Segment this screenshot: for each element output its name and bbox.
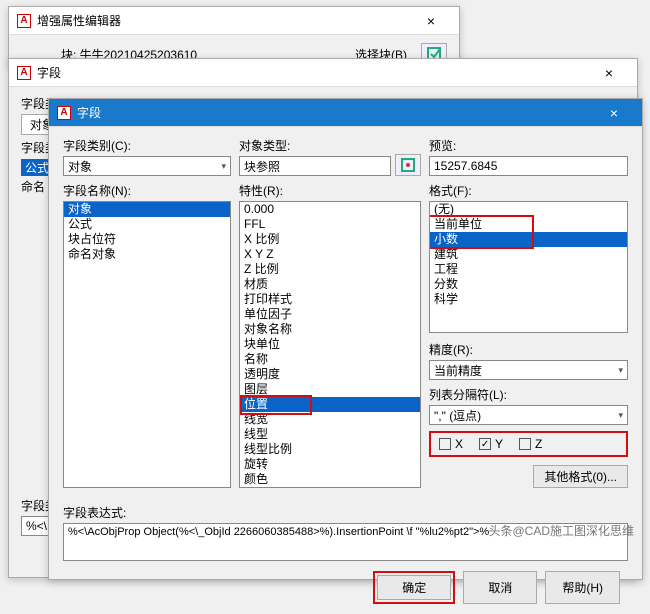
list-item[interactable]: 0.000 [240,202,420,217]
list-item[interactable]: 旋转 [240,457,420,472]
props-label: 特性(R): [239,182,421,199]
list-item[interactable]: 小数 [430,232,627,247]
preview-value: 15257.6845 [429,156,628,176]
expr-label: 字段表达式: [63,504,628,521]
list-item[interactable]: 单位因子 [240,307,420,322]
list-item[interactable]: 对象 [64,202,230,217]
names-listbox[interactable]: 对象公式块占位符命名对象 [63,201,231,488]
list-item[interactable]: 打印样式 [240,292,420,307]
list-item[interactable]: 当前单位 [430,217,627,232]
title: 字段 [77,104,594,121]
app-icon: A [57,106,71,120]
titlebar: A 字段 × [9,59,637,87]
list-item[interactable]: 建筑 [430,247,627,262]
checkbox-x[interactable]: X [439,437,463,451]
list-item[interactable]: 名称 [240,352,420,367]
checkbox-y[interactable]: ✓Y [479,437,503,451]
list-item[interactable]: 工程 [430,262,627,277]
list-item[interactable]: 线型比例 [240,442,420,457]
list-item[interactable]: 透明度 [240,367,420,382]
close-icon[interactable]: × [411,13,451,29]
chevron-down-icon: ▾ [618,410,623,421]
list-item[interactable]: Z 比例 [240,262,420,277]
list-item[interactable]: 命名对象 [64,247,230,262]
app-icon: A [17,66,31,80]
list-item[interactable]: 线宽 [240,412,420,427]
close-icon[interactable]: × [594,105,634,121]
checkbox-z[interactable]: Z [519,437,542,451]
titlebar: A 字段 × [49,99,642,127]
precision-label: 精度(R): [429,341,628,358]
expr-value: %<\AcObjProp Object(%<\_ObjId 2266060385… [63,523,628,561]
attr-editor-window: A 增强属性编辑器 × 块: 牛牛20210425203610 选择块(B) [8,6,460,66]
list-item[interactable]: 公式 [64,217,230,232]
list-item[interactable]: 位置 [240,397,420,412]
listsep-label: 列表分隔符(L): [429,386,628,403]
object-column: 对象类型: 块参照 特性(R): 0.000FFLX 比例X Y ZZ 比例材质… [239,137,421,488]
format-label: 格式(F): [429,182,628,199]
preview-label: 预览: [429,137,628,154]
list-item[interactable]: (无) [430,202,627,217]
chevron-down-icon: ▾ [221,161,226,172]
precision-combo[interactable]: 当前精度▾ [429,360,628,380]
list-item[interactable]: 材质 [240,277,420,292]
names-label: 字段名称(N): [63,182,231,199]
list-item[interactable]: 对象名称 [240,322,420,337]
close-icon[interactable]: × [589,65,629,81]
xyz-group: X ✓Y Z [429,431,628,457]
list-item[interactable]: X 比例 [240,232,420,247]
listsep-combo[interactable]: "," (逗点)▾ [429,405,628,425]
list-item[interactable]: X Y Z [240,247,420,262]
list-item[interactable]: 块单位 [240,337,420,352]
format-listbox[interactable]: (无)当前单位小数建筑工程分数科学 [429,201,628,333]
category-column: 字段类别(C): 对象▾ 字段名称(N): 对象公式块占位符命名对象 [63,137,231,488]
list-item[interactable]: 块占位符 [64,232,230,247]
objtype-label: 对象类型: [239,137,391,154]
objtype-value: 块参照 [239,156,391,176]
field-dialog: A 字段 × 字段类别(C): 对象▾ 字段名称(N): 对象公式块占位符命名对… [48,98,643,580]
list-item[interactable]: 颜色 [240,472,420,487]
other-format-button[interactable]: 其他格式(0)... [533,465,628,488]
list-item[interactable]: 线型 [240,427,420,442]
category-label: 字段类别(C): [63,137,231,154]
list-item[interactable]: 分数 [430,277,627,292]
chevron-down-icon: ▾ [618,365,623,376]
list-item[interactable]: 科学 [430,292,627,307]
list-item[interactable]: FFL [240,217,420,232]
title: 增强属性编辑器 [37,12,411,29]
category-combo[interactable]: 对象▾ [63,156,231,176]
format-column: 预览: 15257.6845 格式(F): (无)当前单位小数建筑工程分数科学 … [429,137,628,488]
list-item[interactable]: 图层 [240,382,420,397]
titlebar: A 增强属性编辑器 × [9,7,459,35]
app-icon: A [17,14,31,28]
props-listbox[interactable]: 0.000FFLX 比例X Y ZZ 比例材质打印样式单位因子对象名称块单位名称… [239,201,421,488]
title: 字段 [37,64,589,81]
pick-object-button[interactable] [395,154,421,176]
